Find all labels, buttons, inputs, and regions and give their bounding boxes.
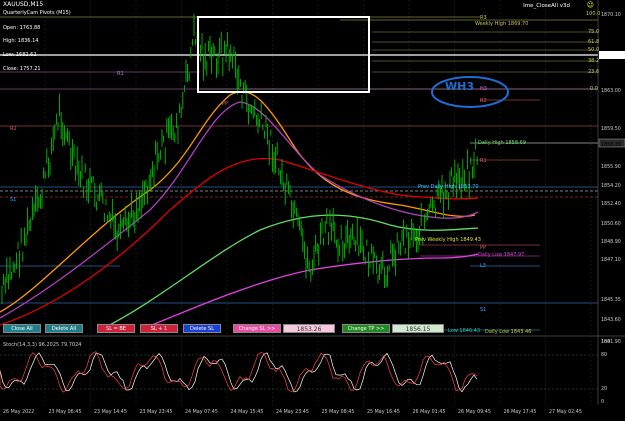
indicator-subtitle: QuarterlyCam Pivots (M15) <box>3 10 71 16</box>
sl-value-field[interactable]: 1853.26 <box>283 324 335 333</box>
price-axis-label: 1850.60 <box>601 222 621 227</box>
level-l3: L3 <box>480 263 486 269</box>
ind-axis-0: 0 <box>601 400 605 405</box>
price-axis-label: 1847.10 <box>601 258 621 263</box>
delete-sl-button[interactable]: Delete SL <box>183 324 221 333</box>
time-axis-label: 23 May 14:45 <box>94 410 127 415</box>
level-daily-low: Daily Low 1847.97 <box>478 252 525 258</box>
ohlc-open: Open: 1763.88 <box>3 25 41 31</box>
level-pp: PP <box>480 245 487 251</box>
price-axis-label: 1854.20 <box>601 184 621 189</box>
ohlc-close: Close: 1757.21 <box>3 66 41 72</box>
close-all-button[interactable]: Close All <box>3 324 41 333</box>
left-r2: R2 <box>10 126 17 132</box>
time-axis-label: 26 May 01:45 <box>412 410 446 415</box>
level-weekly-high: Weekly High 1869.70 <box>475 21 529 27</box>
time-axis-label: 24 May 15:45 <box>230 410 264 415</box>
left-s1: S1 <box>10 197 17 203</box>
symbol-label: XAUUSD,M15 <box>3 1 44 8</box>
tp-value-field[interactable]: 1856.15 <box>392 324 444 333</box>
left-r1: R1 <box>117 71 124 77</box>
candlesticks <box>1 13 478 304</box>
fib-0: 0.0 <box>590 86 598 92</box>
sl-be-button[interactable]: SL = BE <box>97 324 135 333</box>
fib-23: 23.6 <box>588 69 600 75</box>
current-price-tag <box>599 51 625 59</box>
change-sl-button[interactable]: Change SL >> <box>233 324 281 333</box>
fib-75: 75.0 <box>588 29 600 35</box>
level-s1: S1 <box>480 307 487 313</box>
level-r1: R1 <box>480 158 487 164</box>
time-axis-label: 26 May 09:45 <box>458 410 491 415</box>
price-axis-label: 1863.00 <box>601 89 621 94</box>
time-axis-label: 26 May 2022 <box>3 410 35 415</box>
price-axis-label: 1859.50 <box>601 127 621 132</box>
level-daily-high: Daily High 1858.69 <box>478 140 526 146</box>
fib-50: 50.0 <box>588 47 600 53</box>
price-chart[interactable] <box>0 0 625 421</box>
delete-all-button[interactable]: Delete All <box>45 324 83 333</box>
stochastic-lines <box>0 351 478 393</box>
time-axis-label: 27 May 02:45 <box>549 410 582 415</box>
price-axis-label: 1848.90 <box>601 240 621 245</box>
change-tp-button[interactable]: Change TP >> <box>342 324 390 333</box>
ohlc-low: Low: 1682.62 <box>3 52 37 58</box>
price-axis-label: 1855.90 <box>601 165 621 170</box>
price-axis-label: 1858.39 <box>601 143 621 148</box>
ind-axis-20: 20 <box>601 387 608 392</box>
ohlc-high: High: 1836.14 <box>3 38 39 44</box>
level-weekly-low: Low 1846.43 <box>448 328 481 334</box>
level-prev-weekly-high: Prev Weekly High 1849.43 <box>415 237 481 243</box>
level-r2: R2 <box>480 98 487 104</box>
moving-averages <box>0 90 479 331</box>
level-h3: H3 <box>480 86 487 92</box>
indicator-label: Stoch(14,3,3) 96.2025 79.7024 <box>3 342 82 348</box>
ea-label: Ime_CloseAll v3d <box>523 3 570 9</box>
price-axis-label: 1870.10 <box>601 13 621 18</box>
ind-axis-80: 80 <box>601 353 608 358</box>
price-axis-label: 1852.40 <box>601 202 621 207</box>
time-axis-label: 26 May 17:45 <box>503 410 537 415</box>
fib-61: 61.8 <box>588 39 600 45</box>
sl-plus-1-button[interactable]: SL + 1 <box>140 324 178 333</box>
time-axis-label: 23 May 23:45 <box>139 410 173 415</box>
ind-axis-100: 100 <box>601 340 611 345</box>
level-prev-daily-high: Prev Daily High 1853.70 <box>418 184 479 190</box>
time-axis-label: 24 May 23:45 <box>276 410 309 415</box>
left-pp: PP <box>222 101 229 107</box>
time-axis-label: 25 May 16:45 <box>367 410 400 415</box>
price-axis-label: 1843.60 <box>601 318 621 323</box>
price-axis-label: 1845.35 <box>601 298 621 303</box>
price-axis-label: 1866.60 <box>601 32 621 37</box>
fib-100: 100.0 <box>586 11 601 17</box>
level-daily-low-2: Daily Low 1843.46 <box>485 329 532 335</box>
wh3-label: WH3 <box>445 80 474 93</box>
time-axis-label: 24 May 07:45 <box>185 410 218 415</box>
time-axis-label: 25 May 08:45 <box>321 410 355 415</box>
smile-icon: ☺ <box>586 1 594 9</box>
fib-38: 38.2 <box>588 58 600 64</box>
time-axis-label: 23 May 06:45 <box>48 410 82 415</box>
